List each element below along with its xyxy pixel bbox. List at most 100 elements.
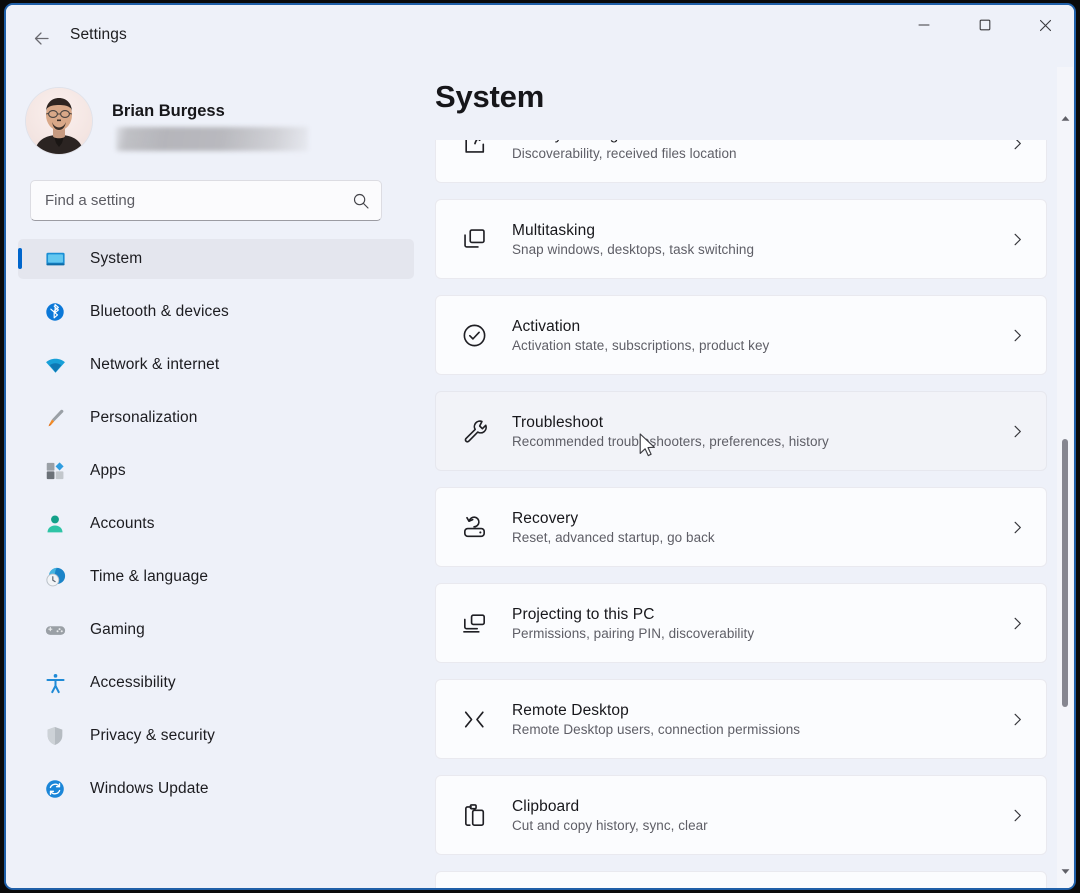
sidebar-item-label: System [90, 250, 143, 267]
card-title: Nearby sharing [512, 140, 988, 144]
settings-card-remote-desktop[interactable]: Remote Desktop Remote Desktop users, con… [435, 679, 1047, 759]
sidebar-item-label: Accounts [90, 515, 155, 532]
sidebar-item-network-internet[interactable]: Network & internet [18, 345, 414, 385]
settings-card-partial[interactable] [435, 871, 1047, 888]
sidebar-item-personalization[interactable]: Personalization [18, 398, 414, 438]
sidebar-item-label: Time & language [90, 568, 209, 585]
minimize-button[interactable] [900, 5, 947, 45]
card-title: Clipboard [512, 797, 580, 815]
avatar [26, 88, 92, 154]
sidebar: Brian Burgess S [6, 67, 426, 888]
maximize-button[interactable] [961, 5, 1008, 45]
chevron-right-icon [988, 328, 1046, 343]
settings-card-troubleshoot[interactable]: Troubleshoot Recommended troubleshooters… [435, 391, 1047, 471]
card-text: Multitasking Snap windows, desktops, tas… [512, 222, 988, 257]
chevron-right-icon [988, 616, 1046, 631]
search-box[interactable] [30, 180, 382, 221]
settings-card-recovery[interactable]: Recovery Reset, advanced startup, go bac… [435, 487, 1047, 567]
sidebar-item-time-language[interactable]: Time & language [18, 557, 414, 597]
user-profile[interactable]: Brian Burgess [26, 81, 406, 161]
sidebar-item-apps[interactable]: Apps [18, 451, 414, 491]
sidebar-item-accounts[interactable]: Accounts [18, 504, 414, 544]
person-icon [42, 512, 68, 536]
recovery-drive-icon [436, 514, 512, 541]
monitor-icon [42, 247, 68, 271]
sidebar-item-windows-update[interactable]: Windows Update [18, 769, 414, 809]
remote-desktop-icon [436, 706, 512, 733]
chevron-right-icon [988, 808, 1046, 823]
settings-list: Nearby sharing Discoverability, received… [435, 140, 1047, 888]
profile-email-redacted [116, 127, 308, 151]
card-text: Projecting to this PC Permissions, pairi… [512, 606, 988, 641]
sidebar-item-system[interactable]: System [18, 239, 414, 279]
settings-window: Settings Brian Burgess Find a setting Sy… [4, 3, 1076, 890]
sidebar-item-label: Bluetooth & devices [90, 303, 229, 320]
shield-icon [42, 724, 68, 748]
title-bar: Settings [6, 5, 1074, 67]
main-content: System Nearby sharing Discoverability, r [426, 67, 1074, 888]
settings-card-activation[interactable]: Activation Activation state, subscriptio… [435, 295, 1047, 375]
sidebar-item-privacy-security[interactable]: Privacy & security [18, 716, 414, 756]
card-subtitle: Activation state, subscriptions, product… [512, 337, 770, 353]
card-subtitle: Snap windows, desktops, task switching [512, 241, 755, 257]
share-icon [436, 140, 512, 157]
card-subtitle: Discoverability, received files location [512, 145, 737, 161]
back-button[interactable] [24, 21, 58, 55]
settings-card-projecting-to-this-pc[interactable]: Projecting to this PC Permissions, pairi… [435, 583, 1047, 663]
settings-card-nearby-sharing[interactable]: Nearby sharing Discoverability, received… [435, 140, 1047, 183]
card-title: Projecting to this PC [512, 605, 655, 623]
app-title: Settings [70, 26, 127, 43]
scroll-up-arrow-icon[interactable] [1057, 109, 1073, 127]
paintbrush-icon [42, 406, 68, 430]
chevron-right-icon [988, 712, 1046, 727]
sidebar-item-label: Privacy & security [90, 727, 215, 744]
card-title: Activation [512, 317, 581, 335]
scroll-down-arrow-icon[interactable] [1057, 862, 1073, 880]
wifi-icon [42, 353, 68, 377]
scrollbar[interactable] [1057, 67, 1073, 888]
sidebar-item-label: Personalization [90, 409, 198, 426]
update-refresh-icon [42, 777, 68, 801]
card-subtitle: Recommended troubleshooters, preferences… [512, 433, 829, 449]
sidebar-item-label: Network & internet [90, 356, 220, 373]
check-circle-icon [436, 322, 512, 349]
maximize-icon [979, 19, 990, 31]
page-title: System [435, 79, 545, 114]
card-title: Recovery [512, 509, 579, 527]
settings-card-clipboard[interactable]: Clipboard Cut and copy history, sync, cl… [435, 775, 1047, 855]
clock-globe-icon [42, 565, 68, 589]
gamepad-icon [42, 618, 68, 642]
search-icon [341, 192, 381, 210]
close-icon [1039, 19, 1052, 31]
projecting-icon [436, 610, 512, 637]
card-text: Troubleshoot Recommended troubleshooters… [512, 414, 988, 449]
sidebar-item-label: Windows Update [90, 780, 209, 797]
chevron-right-icon [988, 520, 1046, 535]
card-title: Remote Desktop [512, 701, 629, 719]
sidebar-item-label: Gaming [90, 621, 145, 638]
settings-card-multitasking[interactable]: Multitasking Snap windows, desktops, tas… [435, 199, 1047, 279]
card-text: Clipboard Cut and copy history, sync, cl… [512, 798, 988, 833]
card-text: Nearby sharing Discoverability, received… [512, 140, 988, 161]
card-subtitle: Reset, advanced startup, go back [512, 529, 715, 545]
chevron-right-icon [988, 424, 1046, 439]
back-arrow-icon [34, 31, 49, 45]
card-text: Activation Activation state, subscriptio… [512, 318, 988, 353]
bluetooth-icon [42, 300, 68, 324]
sidebar-item-bluetooth-devices[interactable]: Bluetooth & devices [18, 292, 414, 332]
sidebar-item-gaming[interactable]: Gaming [18, 610, 414, 650]
clipboard-icon [436, 802, 512, 829]
card-text: Remote Desktop Remote Desktop users, con… [512, 702, 988, 737]
avatar-photo [34, 98, 84, 154]
settings-list-viewport: Nearby sharing Discoverability, received… [426, 140, 1074, 888]
card-title: Multitasking [512, 221, 596, 239]
accessibility-icon [42, 671, 68, 695]
scrollbar-thumb[interactable] [1062, 439, 1068, 707]
card-title: Troubleshoot [512, 413, 604, 431]
sidebar-item-label: Accessibility [90, 674, 176, 691]
windows-stack-icon [436, 226, 512, 253]
sidebar-item-accessibility[interactable]: Accessibility [18, 663, 414, 703]
close-button[interactable] [1022, 5, 1069, 45]
minimize-icon [917, 24, 930, 26]
search-input[interactable] [45, 192, 341, 209]
